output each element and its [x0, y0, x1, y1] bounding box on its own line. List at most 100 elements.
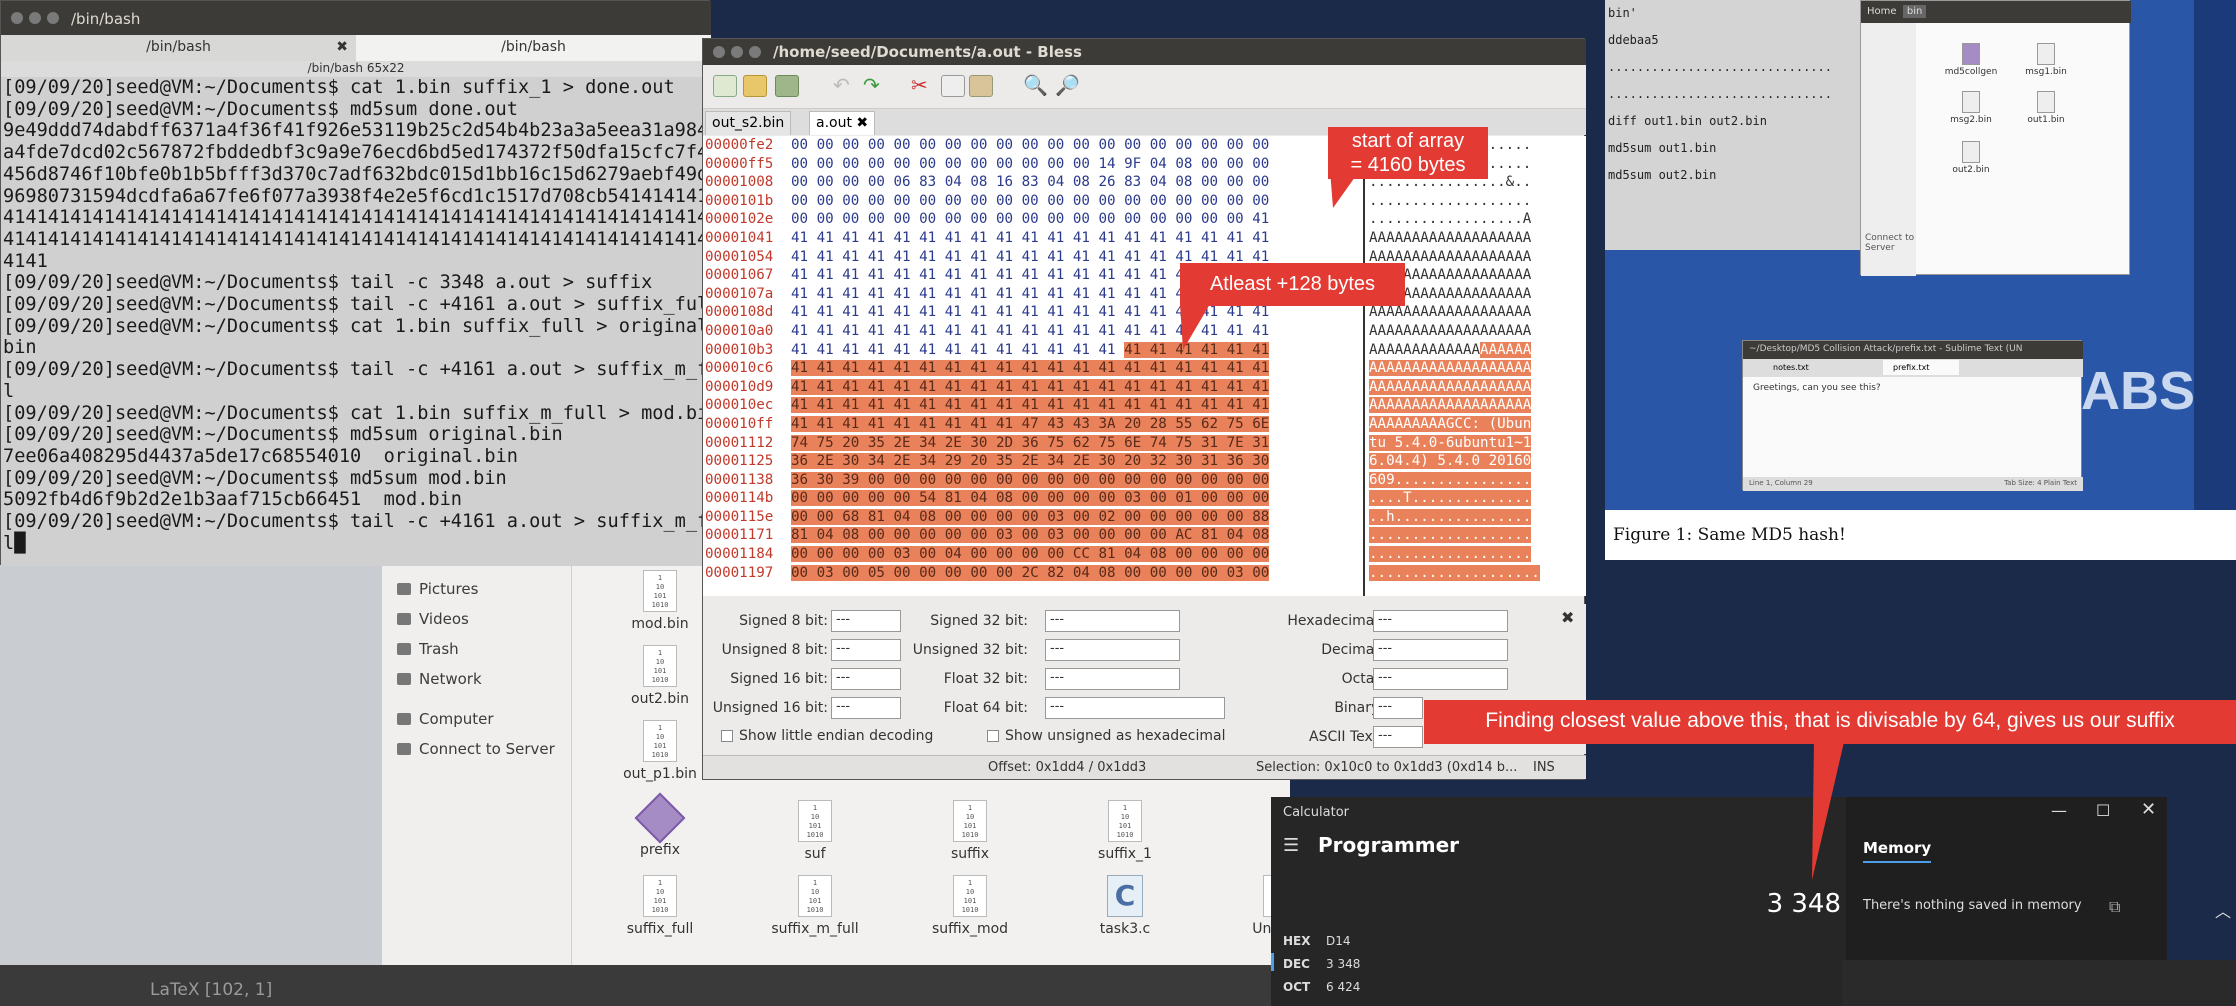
close-tab-icon[interactable]: ✖ [336, 35, 348, 59]
file-item[interactable]: 1 10 101 1010 suffix_m_full [755, 875, 875, 937]
conv-field[interactable]: --- [831, 610, 901, 632]
terminal-output[interactable]: [09/09/20]seed@VM:~/Documents$ cat 1.bin… [1, 77, 711, 566]
memory-tab[interactable]: Memory [1863, 839, 1932, 863]
maximize-icon[interactable] [749, 46, 761, 58]
home-crumb[interactable]: Home [1867, 6, 1897, 17]
cut-icon[interactable]: ✂ [911, 75, 935, 97]
sidebar-item[interactable]: Pictures [397, 580, 478, 598]
offset-row: 00001054 [705, 248, 774, 265]
embedded-fm-sidebar: Connect to Server [1861, 23, 1916, 276]
hex-bytes-selected: 00 03 00 05 00 00 00 00 00 2C 82 04 08 0… [791, 564, 1270, 581]
ascii-row: AAAAAAAAAAAAAAAAAAA [1369, 396, 1565, 415]
find-icon[interactable]: 🔍 [1023, 75, 1048, 97]
embedded-file-item[interactable]: out2.bin [1936, 141, 2006, 175]
paste-icon[interactable] [969, 75, 993, 97]
ascii-selected: AAAAAA [1480, 341, 1532, 358]
conv-field[interactable]: --- [1373, 668, 1508, 690]
hamburger-menu-icon[interactable]: ☰ [1283, 835, 1299, 856]
little-endian-checkbox[interactable]: Show little endian decoding [721, 728, 933, 744]
close-icon[interactable]: ✕ [2141, 799, 2156, 820]
embedded-file-item[interactable]: md5collgen [1936, 43, 2006, 77]
binary-file-icon: 1101011010 [643, 875, 677, 917]
conv-field[interactable]: --- [1373, 639, 1508, 661]
close-tab-icon[interactable]: ✖ [856, 115, 868, 131]
embedded-file-name: msg1.bin [2025, 67, 2067, 77]
file-item[interactable]: 1 10 101 1010 suffix_1 [1065, 800, 1185, 862]
close-icon[interactable] [11, 12, 23, 24]
terminal-tab-1[interactable]: /bin/bash ✖ [1, 35, 356, 61]
embedded-file-item[interactable]: msg1.bin [2011, 43, 2081, 77]
calc-radix-label[interactable]: DEC [1283, 957, 1310, 971]
terminal-line: 9e49ddd74dabdff6371a4f36f41f926e53119b25… [3, 120, 711, 142]
sidebar-item[interactable]: Connect to Server [397, 740, 555, 758]
sidebar-item[interactable]: Network [397, 670, 482, 688]
find-replace-icon[interactable]: 🔎 [1055, 75, 1080, 97]
sublime-text[interactable]: Greetings, can you see this? [1753, 383, 1881, 393]
undo-icon[interactable]: ↶ [833, 75, 857, 97]
sublime-titlebar: ~/Desktop/MD5 Collision Attack/prefix.tx… [1743, 341, 2083, 359]
embedded-file-icon [2037, 91, 2055, 113]
conv-field[interactable]: --- [831, 697, 901, 719]
sublime-tab[interactable]: prefix.txt [1883, 360, 1960, 375]
bin-crumb[interactable]: bin [1902, 5, 1927, 18]
tab-a-out[interactable]: a.out ✖ [809, 111, 876, 135]
conv-field[interactable]: --- [1373, 610, 1508, 632]
maximize-icon[interactable] [47, 12, 59, 24]
conv-field[interactable]: --- [1045, 639, 1180, 661]
keep-on-top-icon[interactable]: ⧉ [2109, 897, 2120, 917]
conv-field[interactable]: --- [831, 639, 901, 661]
open-folder-icon[interactable] [743, 75, 767, 97]
hex-view[interactable]: 00000fe2 00000ff5 00001008 0000101b 0000102e… [703, 136, 1586, 596]
sidebar-item[interactable]: Trash [397, 640, 459, 658]
calc-radix-label[interactable]: HEX [1283, 934, 1311, 948]
sidebar-item[interactable]: Connect to Server [1865, 233, 1914, 253]
file-item[interactable]: Ctask3.c [1065, 875, 1185, 937]
maximize-icon[interactable]: ☐ [2096, 801, 2110, 820]
sidebar-item[interactable]: Videos [397, 610, 469, 628]
terminal-tab-2[interactable]: /bin/bash [356, 35, 711, 61]
embedded-file-item[interactable]: msg2.bin [1936, 91, 2006, 125]
terminal-tabs: /bin/bash ✖ /bin/bash [1, 35, 711, 61]
tab-out-s2[interactable]: out_s2.bin [705, 111, 792, 135]
minimize-icon[interactable] [731, 46, 743, 58]
offset-row: 00000fe2 [705, 137, 774, 153]
sidebar-label: Network [419, 670, 482, 688]
file-item[interactable]: 1 10 101 1010 suffix_full [600, 875, 720, 937]
ascii-row: tu 5.4.0-6ubuntu1~1 [1369, 434, 1565, 453]
sublime-tab[interactable]: notes.txt [1773, 363, 1809, 372]
close-icon[interactable] [713, 46, 725, 58]
embedded-file-item[interactable]: out1.bin [2011, 91, 2081, 125]
copy-icon[interactable] [941, 75, 965, 97]
conv-field[interactable]: --- [1045, 668, 1180, 690]
ascii-selected: ................... [1369, 527, 1532, 544]
conv-field[interactable]: --- [1045, 610, 1180, 632]
file-item[interactable]: prefix [600, 792, 720, 858]
new-file-icon[interactable] [713, 75, 737, 97]
close-panel-icon[interactable]: ✖ [1561, 608, 1574, 627]
calc-radix-value: 3 348 [1326, 957, 1361, 971]
ascii-selected: AAAAAAAAAAAAAAAAAAA [1369, 397, 1532, 414]
chevron-up-icon[interactable]: ︿ [2215, 898, 2231, 922]
byte-column[interactable]: 00 00 00 00 00 00 00 00 00 00 00 00 00 0… [791, 136, 1351, 596]
binary-file-icon: 1101011010 [1108, 800, 1142, 842]
redo-icon[interactable]: ↷ [863, 75, 887, 97]
file-item[interactable]: 1 10 101 1010 suffix_mod [910, 875, 1030, 937]
embedded-file-name: md5collgen [1944, 67, 1998, 77]
conv-field[interactable]: --- [831, 668, 901, 690]
minimize-icon[interactable] [29, 12, 41, 24]
sidebar-label: Computer [419, 710, 494, 728]
file-item[interactable]: 1 10 101 1010 suf [755, 800, 875, 862]
hex-row: 36 2E 30 34 2E 34 29 20 35 2E 34 2E 30 2… [791, 452, 1351, 471]
file-item[interactable]: 1 10 101 1010 suffix [910, 800, 1030, 862]
status-offset: Offset: 0x1dd4 / 0x1dd3 [988, 760, 1147, 775]
sidebar-item[interactable]: Computer [397, 710, 494, 728]
calc-radix-label[interactable]: OCT [1283, 980, 1310, 994]
unsigned-hex-checkbox[interactable]: Show unsigned as hexadecimal [987, 728, 1226, 744]
save-icon[interactable] [775, 75, 799, 97]
conv-field[interactable]: --- [1373, 697, 1423, 719]
checkbox-box[interactable] [721, 730, 733, 742]
conv-field[interactable]: --- [1373, 726, 1423, 748]
ascii-column[interactable]: ........................................… [1363, 136, 1565, 596]
checkbox-box[interactable] [987, 730, 999, 742]
minimize-icon[interactable]: — [2051, 801, 2067, 820]
